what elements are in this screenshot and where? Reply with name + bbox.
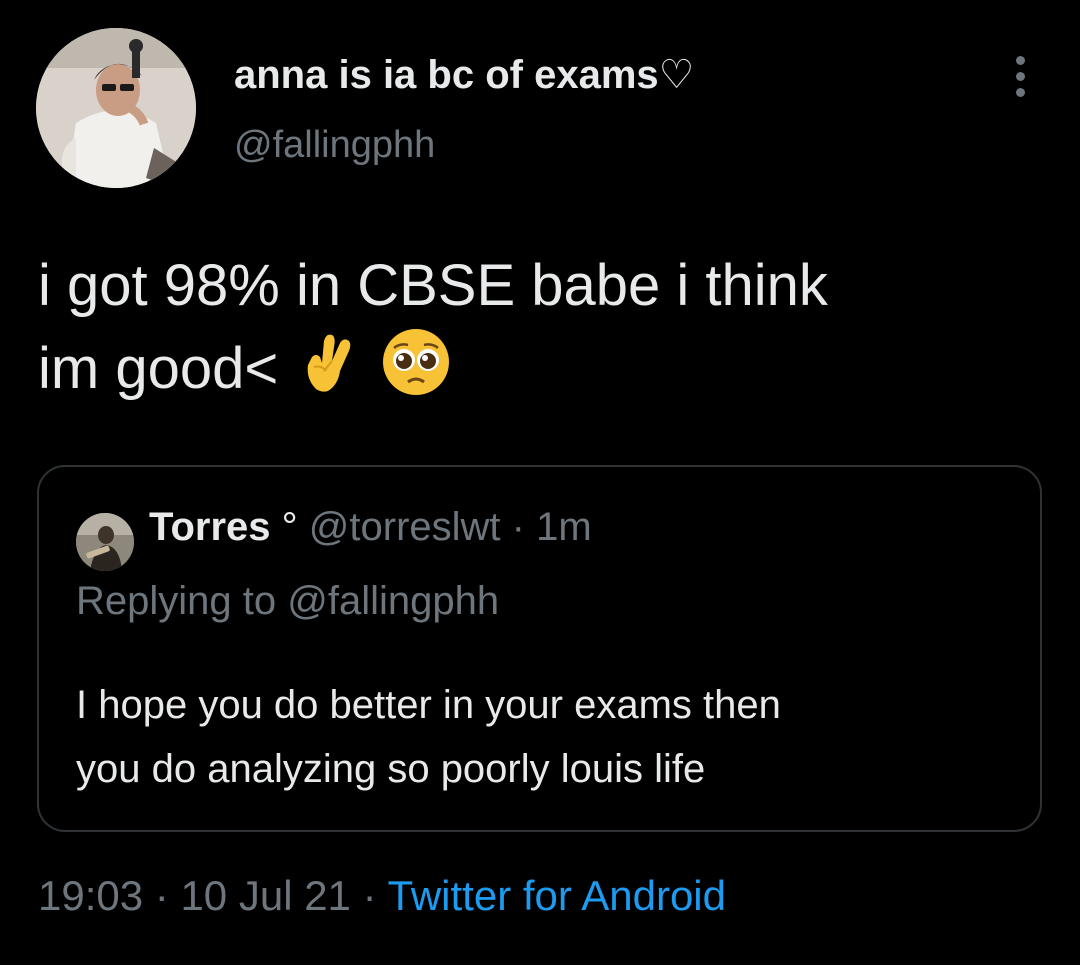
tweet-meta: 19:03 · 10 Jul 21 · Twitter for Android — [38, 872, 726, 920]
quoted-tweet-text-line-1: I hope you do better in your exams then — [76, 683, 781, 727]
quoted-tweet-header: Torres ° @torreslwt · 1m — [149, 505, 592, 550]
quoted-avatar-photo — [76, 513, 134, 571]
author-avatar[interactable] — [36, 28, 196, 188]
more-options-icon[interactable] — [1008, 56, 1034, 98]
tweet-text: i got 98% in CBSE babe i think im good< — [38, 246, 1048, 419]
tweet-time[interactable]: 19:03 — [38, 872, 143, 919]
quoted-tweet-time: 1m — [536, 505, 592, 549]
meta-separator-1: · — [154, 872, 169, 919]
crossed-fingers-emoji-icon — [294, 327, 364, 418]
tweet-text-line-2-text: im good< — [38, 335, 279, 401]
tweet-date[interactable]: 10 Jul 21 — [180, 872, 350, 919]
author-display-name[interactable]: anna is ia bc of exams♡ — [234, 52, 695, 98]
quoted-tweet-text: I hope you do better in your exams then … — [76, 673, 1016, 801]
quoted-tweet-text-line-2: you do analyzing so poorly louis life — [76, 747, 706, 791]
quoted-author-handle[interactable]: @torreslwt — [309, 505, 501, 549]
quoted-replying-to: Replying to @fallingphh — [76, 579, 500, 623]
meta-separator-2: · — [362, 872, 377, 919]
tweet-text-line-2: im good< — [38, 326, 1048, 419]
quoted-author-name-suffix: ° — [281, 505, 298, 549]
pleading-face-emoji-icon — [380, 326, 452, 419]
quoted-tweet-card[interactable]: Torres ° @torreslwt · 1m Replying to @fa… — [37, 465, 1042, 832]
quoted-author-avatar[interactable] — [76, 513, 134, 571]
avatar-photo — [36, 28, 196, 188]
tweet-source-link[interactable]: Twitter for Android — [388, 872, 726, 919]
quoted-author-name[interactable]: Torres — [149, 505, 271, 549]
quoted-header-separator: · — [511, 505, 525, 549]
author-handle[interactable]: @fallingphh — [234, 124, 435, 167]
tweet-text-line-1: i got 98% in CBSE babe i think — [38, 253, 828, 318]
